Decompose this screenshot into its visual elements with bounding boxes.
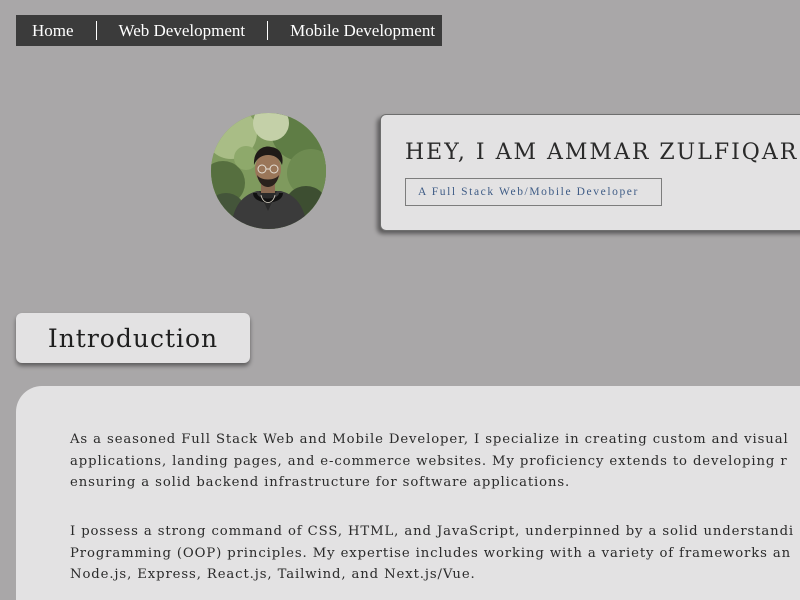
paragraph-line: As a seasoned Full Stack Web and Mobile … [70,432,789,447]
profile-avatar [211,113,326,229]
nav-link-home[interactable]: Home [32,21,74,41]
introduction-heading-box: Introduction [16,313,250,363]
paragraph-line: Programming (OOP) principles. My experti… [70,545,792,561]
introduction-heading: Introduction [47,323,219,353]
paragraph-line: I possess a strong command of CSS, HTML,… [70,524,795,539]
paragraph-line: ensuring a solid backend infrastructure … [70,475,571,490]
hero-subtitle-badge: A Full Stack Web/Mobile Developer [405,178,662,206]
nav-link-web-development[interactable]: Web Development [119,21,246,41]
top-navbar: Home Web Development Mobile Development [16,15,442,46]
intro-paragraph: I possess a strong command of CSS, HTML,… [70,521,794,586]
profile-photo-icon [211,113,326,229]
nav-link-mobile-development[interactable]: Mobile Development [290,21,435,41]
paragraph-line: applications, landing pages, and e-comme… [70,453,788,469]
intro-paragraph: As a seasoned Full Stack Web and Mobile … [70,429,789,494]
introduction-content-panel: As a seasoned Full Stack Web and Mobile … [16,386,800,600]
nav-divider [267,21,269,40]
nav-divider [95,21,97,40]
hero-card: HEY, I AM AMMAR ZULFIQAR A Full Stack We… [380,114,800,231]
paragraph-line: Node.js, Express, React.js, Tailwind, an… [70,567,476,582]
hero-title: HEY, I AM AMMAR ZULFIQAR [405,140,799,165]
